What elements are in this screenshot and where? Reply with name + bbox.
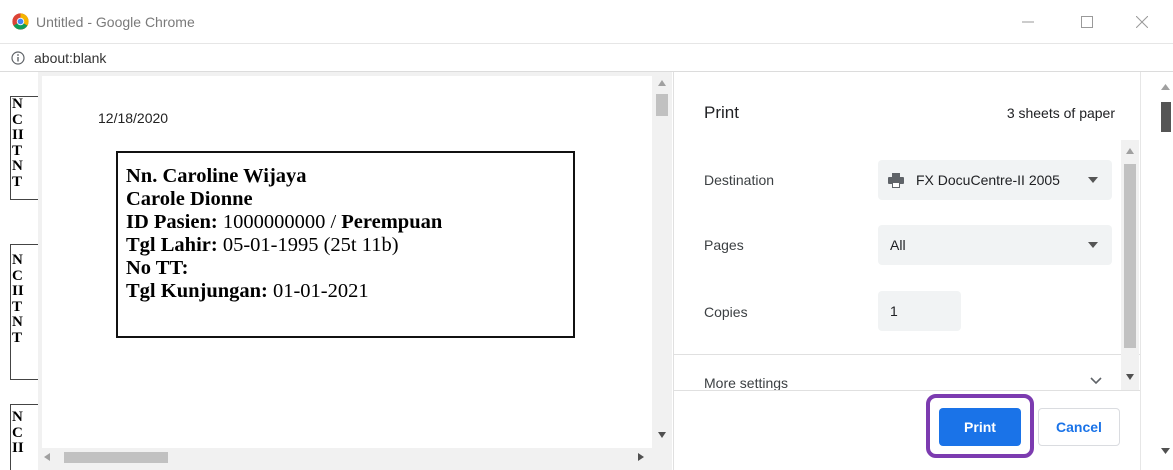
maximize-icon bbox=[1081, 16, 1093, 28]
visit-label: Tgl Kunjungan: bbox=[126, 280, 268, 302]
chevron-down-icon[interactable] bbox=[1090, 377, 1102, 385]
pages-label: Pages bbox=[704, 237, 744, 253]
preview-vertical-thumb[interactable] bbox=[656, 94, 668, 116]
pages-value: All bbox=[890, 237, 906, 253]
preview-horizontal-scrollbar[interactable] bbox=[38, 448, 652, 466]
chevron-down-icon bbox=[1088, 242, 1098, 248]
settings-scrollbar[interactable] bbox=[1121, 140, 1139, 390]
preview-horizontal-thumb[interactable] bbox=[64, 452, 168, 463]
patient-gender: Perempuan bbox=[341, 211, 443, 233]
scroll-down-icon[interactable] bbox=[1126, 374, 1134, 380]
more-settings-toggle[interactable]: More settings bbox=[704, 375, 1122, 395]
tt-label: No TT: bbox=[126, 257, 189, 279]
copies-value: 1 bbox=[890, 303, 898, 319]
preview-vertical-scrollbar[interactable] bbox=[652, 72, 672, 470]
print-preview[interactable]: 12/18/2020 Nn. Caroline Wijaya Carole Di… bbox=[38, 72, 672, 470]
scroll-down-icon[interactable] bbox=[1161, 448, 1170, 454]
copies-input[interactable]: 1 bbox=[878, 291, 961, 331]
minimize-icon bbox=[1022, 21, 1034, 23]
sheet-count: 3 sheets of paper bbox=[1006, 105, 1115, 121]
footer-divider bbox=[674, 390, 1141, 391]
scroll-up-icon[interactable] bbox=[1126, 148, 1134, 154]
destination-value: FX DocuCentre-II 2005 bbox=[916, 172, 1060, 188]
settings-divider bbox=[674, 354, 1141, 355]
patient-name: Nn. Caroline Wijaya bbox=[126, 165, 307, 187]
destination-select[interactable]: FX DocuCentre-II 2005 bbox=[878, 160, 1112, 200]
patient-alias: Carole Dionne bbox=[126, 188, 253, 210]
settings-scroll-thumb[interactable] bbox=[1124, 164, 1136, 348]
close-window-button[interactable] bbox=[1127, 9, 1157, 35]
copies-label: Copies bbox=[704, 304, 748, 320]
scroll-down-icon[interactable] bbox=[658, 432, 666, 438]
info-icon[interactable] bbox=[11, 51, 25, 65]
chrome-logo-icon bbox=[12, 13, 29, 30]
address-bar[interactable]: about:blank bbox=[0, 45, 1173, 72]
chevron-down-icon bbox=[1088, 177, 1098, 183]
patient-id-value: 1000000000 / bbox=[217, 211, 342, 233]
window-title: Untitled - Google Chrome bbox=[36, 14, 195, 30]
scroll-left-icon[interactable] bbox=[44, 453, 50, 461]
scroll-right-icon[interactable] bbox=[638, 453, 644, 461]
background-label-block-2: N C II T N T bbox=[10, 244, 40, 380]
patient-label: Nn. Caroline Wijaya Carole Dionne ID Pas… bbox=[116, 151, 575, 338]
background-label-block-3: N C II bbox=[10, 404, 40, 470]
print-button[interactable]: Print bbox=[939, 408, 1021, 446]
url-text: about:blank bbox=[34, 50, 107, 66]
visit-value: 01-01-2021 bbox=[267, 280, 369, 302]
window-titlebar: Untitled - Google Chrome bbox=[0, 0, 1173, 44]
background-label-block-1: N C II T N T bbox=[10, 96, 40, 200]
dob-value: 05-01-1995 (25t 11b) bbox=[217, 234, 399, 256]
dob-label: Tgl Lahir: bbox=[126, 234, 218, 256]
cancel-button[interactable]: Cancel bbox=[1038, 408, 1120, 446]
minimize-button[interactable] bbox=[1013, 9, 1043, 35]
background-page: N C II T N T N C II T N T N C II bbox=[0, 72, 40, 470]
page-scroll-thumb[interactable] bbox=[1161, 102, 1171, 132]
close-icon bbox=[1136, 16, 1148, 28]
pages-select[interactable]: All bbox=[878, 225, 1112, 265]
scroll-up-icon[interactable] bbox=[1161, 84, 1170, 90]
printer-icon bbox=[888, 173, 904, 188]
patient-id-label: ID Pasien: bbox=[126, 211, 218, 233]
print-date: 12/18/2020 bbox=[98, 110, 169, 126]
scroll-up-icon[interactable] bbox=[658, 80, 666, 86]
print-dialog-title: Print bbox=[704, 103, 739, 122]
page-scrollbar[interactable] bbox=[1140, 72, 1173, 470]
destination-label: Destination bbox=[704, 172, 775, 188]
maximize-button[interactable] bbox=[1072, 9, 1102, 35]
preview-page: 12/18/2020 Nn. Caroline Wijaya Carole Di… bbox=[42, 76, 654, 456]
